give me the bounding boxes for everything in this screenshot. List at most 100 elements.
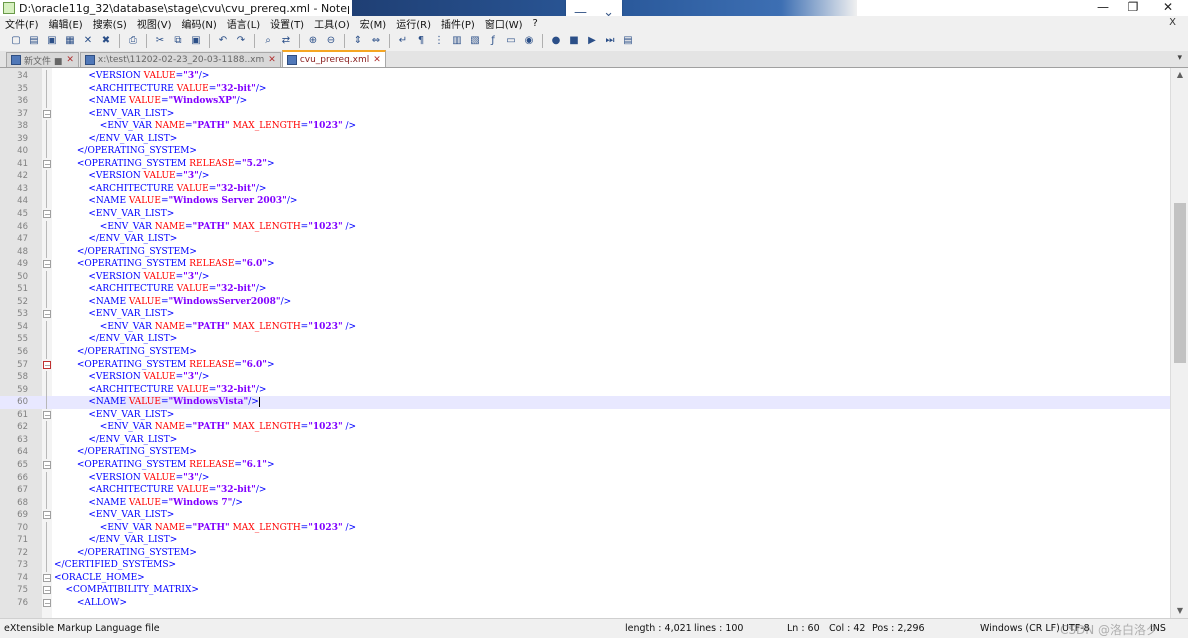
- close-icon[interactable]: ✕: [80, 33, 96, 49]
- folder-workspace-icon[interactable]: ▭: [503, 33, 519, 49]
- cut-icon[interactable]: ✂: [152, 33, 168, 49]
- code-line[interactable]: 46 <ENV_VAR NAME="PATH" MAX_LENGTH="1023…: [0, 220, 1170, 234]
- menu-item[interactable]: 窗口(W): [480, 16, 528, 31]
- menu-item[interactable]: 设置(T): [265, 16, 309, 31]
- code-line[interactable]: 43 <ARCHITECTURE VALUE="32-bit"/>: [0, 182, 1170, 196]
- code-line[interactable]: 50 <VERSION VALUE="3"/>: [0, 270, 1170, 284]
- code-line[interactable]: 55 </ENV_VAR_LIST>: [0, 333, 1170, 347]
- maximize-button[interactable]: ❐: [1115, 0, 1151, 16]
- code-line[interactable]: 35 <ARCHITECTURE VALUE="32-bit"/>: [0, 82, 1170, 96]
- scroll-down-icon[interactable]: ▼: [1171, 604, 1188, 618]
- sync-h-icon[interactable]: ⇔: [368, 33, 384, 49]
- menu-item[interactable]: 插件(P): [436, 16, 480, 31]
- tab-close-icon[interactable]: ✕: [66, 55, 74, 65]
- tab-document[interactable]: 新文件 ■ ✕: [6, 52, 79, 67]
- code-line[interactable]: 66 <VERSION VALUE="3"/>: [0, 471, 1170, 485]
- record-macro-icon[interactable]: ●: [548, 33, 564, 49]
- code-line[interactable]: 51 <ARCHITECTURE VALUE="32-bit"/>: [0, 283, 1170, 296]
- menu-item[interactable]: 搜索(S): [88, 16, 132, 31]
- menu-item[interactable]: 语言(L): [222, 16, 265, 31]
- code-line[interactable]: 61 − <ENV_VAR_LIST>: [0, 409, 1170, 422]
- close-button[interactable]: ✕: [1150, 0, 1186, 16]
- menu-item[interactable]: 宏(M): [355, 16, 391, 31]
- zoom-out-icon[interactable]: ⊖: [323, 33, 339, 49]
- editor-area[interactable]: 34 <VERSION VALUE="3"/> 35 <ARCHITECTURE …: [0, 68, 1170, 618]
- code-line[interactable]: 36 <NAME VALUE="WindowsXP"/>: [0, 95, 1170, 108]
- fold-collapse-icon[interactable]: −: [43, 210, 51, 219]
- fold-collapse-icon[interactable]: −: [43, 460, 51, 469]
- code-line[interactable]: 70 <ENV_VAR NAME="PATH" MAX_LENGTH="1023…: [0, 521, 1170, 535]
- stop-macro-icon[interactable]: ■: [566, 33, 582, 49]
- status-eol[interactable]: Windows (CR LF): [980, 623, 1060, 634]
- menu-item[interactable]: 编辑(E): [44, 16, 88, 31]
- indent-guide-icon[interactable]: ⋮: [431, 33, 447, 49]
- code-line[interactable]: 60 <NAME VALUE="WindowsVista"/>: [0, 396, 1170, 409]
- all-chars-icon[interactable]: ¶: [413, 33, 429, 49]
- menu-item[interactable]: 运行(R): [391, 16, 436, 31]
- close-all-icon[interactable]: ✖: [98, 33, 114, 49]
- function-list-icon[interactable]: ƒ: [485, 33, 501, 49]
- code-line[interactable]: 34 <VERSION VALUE="3"/>: [0, 70, 1170, 83]
- code-line[interactable]: 67 <ARCHITECTURE VALUE="32-bit"/>: [0, 484, 1170, 497]
- code-line[interactable]: 68 <NAME VALUE="Windows 7"/>: [0, 496, 1170, 510]
- code-line[interactable]: 52 <NAME VALUE="WindowsServer2008"/>: [0, 295, 1170, 309]
- scroll-up-icon[interactable]: ▲: [1171, 68, 1188, 82]
- code-line[interactable]: 45 − <ENV_VAR_LIST>: [0, 208, 1170, 221]
- fold-collapse-icon[interactable]: −: [43, 310, 51, 319]
- fold-collapse-icon[interactable]: −: [43, 260, 51, 269]
- tab-close-icon[interactable]: ✕: [268, 55, 276, 65]
- code-line[interactable]: 76 − <ALLOW>: [0, 597, 1170, 610]
- run-macro-multiple-icon[interactable]: ⏭: [602, 33, 618, 49]
- code-line[interactable]: 57 − <OPERATING_SYSTEM RELEASE="6.0">: [0, 359, 1170, 372]
- code-line[interactable]: 48 </OPERATING_SYSTEM>: [0, 245, 1170, 259]
- save-icon[interactable]: ▣: [44, 33, 60, 49]
- tab-close-icon[interactable]: ✕: [373, 55, 381, 65]
- sync-v-icon[interactable]: ⇕: [350, 33, 366, 49]
- menu-item[interactable]: 编码(N): [177, 16, 222, 31]
- code-line[interactable]: 56 </OPERATING_SYSTEM>: [0, 346, 1170, 359]
- new-file-icon[interactable]: ▢: [8, 33, 24, 49]
- code-line[interactable]: 62 <ENV_VAR NAME="PATH" MAX_LENGTH="1023…: [0, 421, 1170, 434]
- code-line[interactable]: 69 − <ENV_VAR_LIST>: [0, 509, 1170, 522]
- code-line[interactable]: 59 <ARCHITECTURE VALUE="32-bit"/>: [0, 383, 1170, 397]
- zoom-in-icon[interactable]: ⊕: [305, 33, 321, 49]
- play-macro-icon[interactable]: ▶: [584, 33, 600, 49]
- tab-document[interactable]: x:\test\11202-02-23_20-03-1188..xm ✕: [79, 52, 281, 67]
- code-line[interactable]: 65 − <OPERATING_SYSTEM RELEASE="6.1">: [0, 459, 1170, 472]
- vertical-scrollbar[interactable]: ▲ ▼: [1170, 68, 1188, 618]
- code-line[interactable]: 44 <NAME VALUE="Windows Server 2003"/>: [0, 195, 1170, 209]
- code-line[interactable]: 71 </ENV_VAR_LIST>: [0, 534, 1170, 547]
- doc-map-icon[interactable]: ▧: [467, 33, 483, 49]
- code-line[interactable]: 53 − <ENV_VAR_LIST>: [0, 308, 1170, 321]
- code-line[interactable]: 64 </OPERATING_SYSTEM>: [0, 446, 1170, 459]
- undo-icon[interactable]: ↶: [215, 33, 231, 49]
- fold-collapse-icon[interactable]: −: [43, 573, 51, 582]
- fold-collapse-icon[interactable]: −: [43, 410, 51, 419]
- code-line[interactable]: 58 <VERSION VALUE="3"/>: [0, 371, 1170, 384]
- code-line[interactable]: 54 <ENV_VAR NAME="PATH" MAX_LENGTH="1023…: [0, 320, 1170, 334]
- replace-icon[interactable]: ⇄: [278, 33, 294, 49]
- code-line[interactable]: 63 </ENV_VAR_LIST>: [0, 433, 1170, 447]
- redo-icon[interactable]: ↷: [233, 33, 249, 49]
- word-wrap-icon[interactable]: ↵: [395, 33, 411, 49]
- fold-collapse-icon[interactable]: −: [43, 109, 51, 118]
- code-line[interactable]: 49 − <OPERATING_SYSTEM RELEASE="6.0">: [0, 258, 1170, 271]
- code-line[interactable]: 38 <ENV_VAR NAME="PATH" MAX_LENGTH="1023…: [0, 120, 1170, 133]
- scrollbar-thumb[interactable]: [1174, 203, 1186, 363]
- find-icon[interactable]: ⌕: [260, 33, 276, 49]
- code-line[interactable]: 40 </OPERATING_SYSTEM>: [0, 145, 1170, 158]
- udl-icon[interactable]: ▥: [449, 33, 465, 49]
- menu-item[interactable]: 工具(O): [309, 16, 355, 31]
- save-macro-icon[interactable]: ▤: [620, 33, 636, 49]
- copy-icon[interactable]: ⧉: [170, 33, 186, 49]
- monitor-icon[interactable]: ◉: [521, 33, 537, 49]
- fold-collapse-icon[interactable]: −: [43, 598, 51, 607]
- fold-collapse-icon[interactable]: −: [43, 159, 51, 168]
- code-line[interactable]: 41 − <OPERATING_SYSTEM RELEASE="5.2">: [0, 158, 1170, 171]
- tab-list-icon[interactable]: ▾: [1177, 53, 1182, 63]
- code-line[interactable]: 42 <VERSION VALUE="3"/>: [0, 170, 1170, 183]
- close-document-icon[interactable]: X: [1169, 17, 1176, 28]
- code-line[interactable]: 74 − <ORACLE_HOME>: [0, 572, 1170, 585]
- fold-collapse-icon[interactable]: −: [43, 511, 51, 520]
- fold-collapse-icon[interactable]: −: [43, 360, 51, 369]
